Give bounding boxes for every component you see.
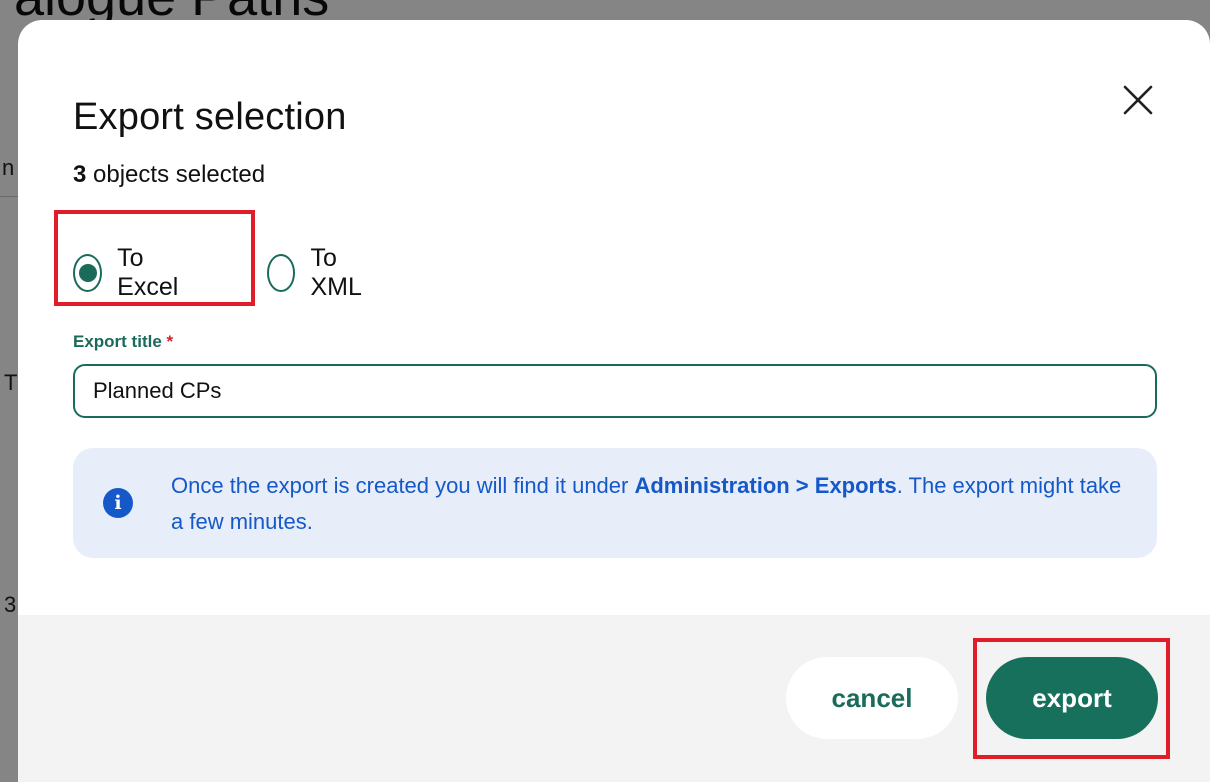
dialog-footer: cancel export [18, 615, 1210, 782]
info-message: Once the export is created you will find… [171, 468, 1131, 540]
close-icon [1123, 85, 1153, 115]
required-asterisk: * [166, 332, 174, 351]
info-banner: i Once the export is created you will fi… [73, 448, 1157, 558]
export-title-label-text: Export title [73, 332, 162, 351]
cancel-button[interactable]: cancel [786, 657, 958, 739]
selection-count-suffix: objects selected [86, 161, 266, 188]
dialog-title: Export selection [73, 96, 347, 138]
info-text-bold: Administration > Exports [634, 473, 897, 498]
radio-button-xml[interactable] [267, 254, 296, 292]
radio-option-xml[interactable]: To XML [267, 244, 371, 301]
info-text-before: Once the export is created you will find… [171, 473, 635, 498]
info-icon: i [103, 488, 133, 518]
export-title-input[interactable] [73, 364, 1157, 418]
export-title-label: Export title * [73, 332, 173, 352]
highlight-box-excel-option [54, 210, 255, 306]
selection-count-text: 3 objects selected [73, 161, 265, 189]
highlight-box-export-button [973, 638, 1170, 759]
selection-count: 3 [73, 161, 87, 188]
close-button[interactable] [1118, 80, 1158, 120]
export-selection-dialog: Export selection 3 objects selected To E… [18, 20, 1210, 782]
radio-label-xml: To XML [310, 244, 362, 301]
